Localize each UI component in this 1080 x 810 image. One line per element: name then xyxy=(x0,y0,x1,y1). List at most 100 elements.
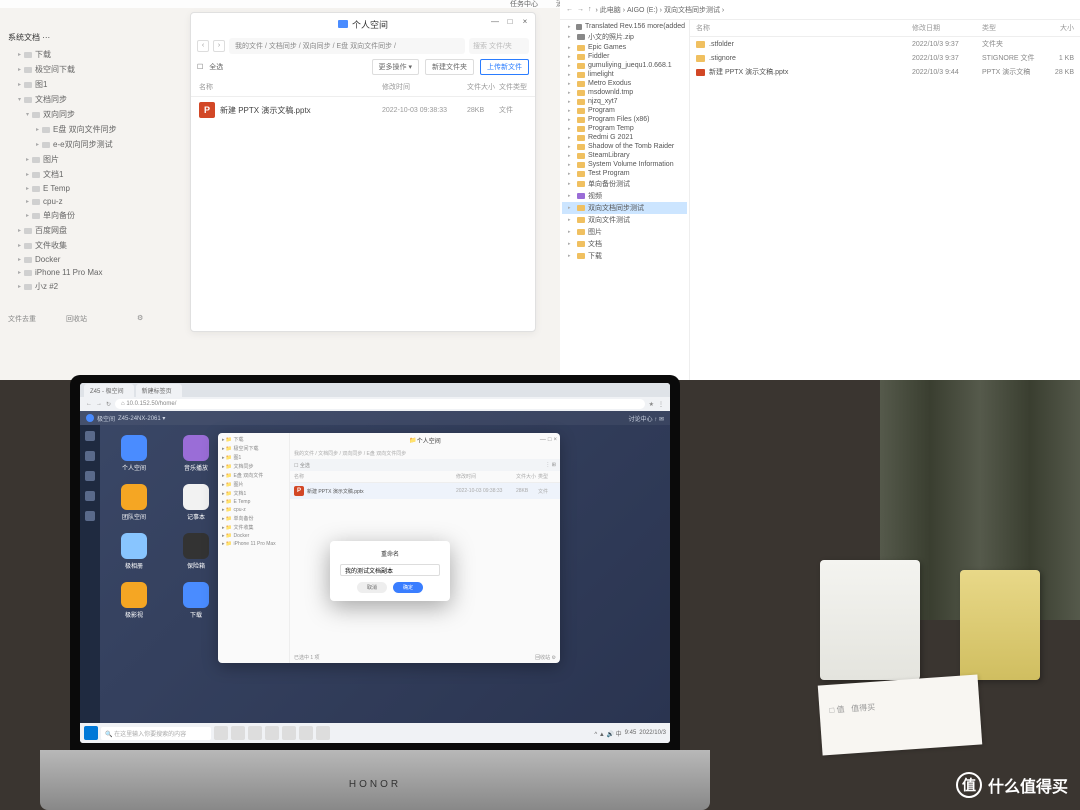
explorer-tree-item[interactable]: ▸Fiddler xyxy=(562,52,687,61)
explorer-tree-item[interactable]: ▸Shadow of the Tomb Raider xyxy=(562,142,687,151)
sub-tree-item[interactable]: ▸ 📁 cpu-z xyxy=(220,506,287,514)
sub-tree-item[interactable]: ▸ 📁 单向备份 xyxy=(220,514,287,523)
back-icon[interactable]: ← xyxy=(86,401,92,407)
up-button[interactable]: ↑ xyxy=(588,6,592,13)
browser-tab[interactable]: 新建标签页 xyxy=(136,384,182,397)
tree-item[interactable]: ▸E Temp xyxy=(8,182,182,195)
task-icon[interactable] xyxy=(214,726,228,740)
tree-item[interactable]: ▸下载 xyxy=(8,47,182,62)
address-path[interactable]: › 此电脑 › AIGO (E:) › 双向文档同步测试 › xyxy=(596,5,1075,15)
maximize-icon[interactable]: □ xyxy=(548,437,552,443)
sub-tree-item[interactable]: ▸ 📁 下载 xyxy=(220,435,287,444)
sub-tree-item[interactable]: ▸ 📁 E Temp xyxy=(220,498,287,506)
task-icon[interactable] xyxy=(265,726,279,740)
explorer-row[interactable]: .stignore2022/10/3 9:37STIGNORE 文件1 KB xyxy=(690,51,1080,65)
task-icon[interactable] xyxy=(248,726,262,740)
explorer-tree-item[interactable]: ▸Program Files (x86) xyxy=(562,115,687,124)
desktop-icon[interactable]: 音乐播放 xyxy=(172,435,220,472)
explorer-row[interactable]: 新建 PPTX 演示文稿.pptx2022/10/3 9:44PPTX 演示文稿… xyxy=(690,65,1080,79)
explorer-tree-item[interactable]: ▸单向备份测试 xyxy=(562,178,687,190)
sub-tree-item[interactable]: ▸ 📁 图1 xyxy=(220,453,287,462)
col-type[interactable]: 文件类型 xyxy=(499,82,527,92)
reload-icon[interactable]: ↻ xyxy=(106,401,111,408)
sub-tree-item[interactable]: ▸ 📁 文档1 xyxy=(220,489,287,498)
desktop-icon[interactable]: 保险箱 xyxy=(172,533,220,570)
sub-tree-item[interactable]: ▸ 📁 文档同步 xyxy=(220,462,287,471)
upload-button[interactable]: 上传新文件 xyxy=(480,59,529,75)
explorer-tree-item[interactable]: ▸msdownld.tmp xyxy=(562,88,687,97)
minimize-icon[interactable]: — xyxy=(489,16,501,28)
forward-button[interactable]: → xyxy=(577,6,584,13)
sub-tree-item[interactable]: ▸ 📁 极空间下载 xyxy=(220,444,287,453)
explorer-tree-item[interactable]: ▸Program xyxy=(562,106,687,115)
select-all-checkbox[interactable]: ☐ xyxy=(197,63,203,71)
explorer-tree-item[interactable]: ▸Epic Games xyxy=(562,43,687,52)
desktop-icon[interactable]: 团队空间 xyxy=(110,484,158,521)
dock-item[interactable] xyxy=(85,491,95,501)
file-row[interactable]: P新建 PPTX 演示文稿.pptx 2022-10-03 09:38:33 2… xyxy=(191,97,535,123)
task-icon[interactable] xyxy=(316,726,330,740)
minimize-icon[interactable]: — xyxy=(540,437,546,443)
more-actions-button[interactable]: 更多操作 ▾ xyxy=(372,59,419,75)
desktop-icon[interactable]: 下载 xyxy=(172,582,220,619)
tree-item[interactable]: ▸Docker xyxy=(8,253,182,266)
explorer-tree-item[interactable]: ▸下载 xyxy=(562,250,687,262)
col-size[interactable]: 大小 xyxy=(1042,23,1074,33)
tree-item[interactable]: ▸图1 xyxy=(8,77,182,92)
sub-breadcrumb[interactable]: 我的文件 / 文档同步 / 双向同步 / E盘 双向文件同步 xyxy=(290,447,560,459)
explorer-tree-item[interactable]: ▸Redmi G 2021 xyxy=(562,133,687,142)
task-center[interactable]: 任务中心 xyxy=(510,0,538,9)
recycle-btn[interactable]: 回收站 xyxy=(66,314,87,324)
task-icon[interactable] xyxy=(299,726,313,740)
tree-item[interactable]: ▸E盘 双向文件同步 xyxy=(8,122,182,137)
tree-item[interactable]: ▸cpu-z xyxy=(8,195,182,208)
forward-icon[interactable]: → xyxy=(96,401,102,407)
desktop-icon[interactable]: 极影视 xyxy=(110,582,158,619)
sub-tree-item[interactable]: ▸ 📁 E盘 双向文件 xyxy=(220,471,287,480)
back-button[interactable]: ‹ xyxy=(197,40,209,52)
back-button[interactable]: ← xyxy=(566,6,573,13)
tree-item[interactable]: ▸图片 xyxy=(8,152,182,167)
desktop-icon[interactable]: 个人空间 xyxy=(110,435,158,472)
tree-item[interactable]: ▸百度网盘 xyxy=(8,223,182,238)
tree-item[interactable]: ▸极空间下载 xyxy=(8,62,182,77)
explorer-tree-item[interactable]: ▸SteamLibrary xyxy=(562,151,687,160)
sub-tree-item[interactable]: ▸ 📁 文件收集 xyxy=(220,523,287,532)
explorer-tree-item[interactable]: ▸双向文档同步测试 xyxy=(562,202,687,214)
nas-logo[interactable]: 极空间Z45-24NX-2061 ▾ xyxy=(86,414,165,423)
explorer-tree-item[interactable]: ▸njzq_xyt7 xyxy=(562,97,687,106)
dock-item[interactable] xyxy=(85,431,95,441)
explorer-tree-item[interactable]: ▸Metro Exodus xyxy=(562,79,687,88)
col-date[interactable]: 修改时间 xyxy=(382,82,467,92)
browser-tab[interactable]: Z45 - 极空间 xyxy=(84,384,134,397)
explorer-tree-item[interactable]: ▸Translated Rev.156 more(added xyxy=(562,22,687,31)
tree-item[interactable]: ▸文件收集 xyxy=(8,238,182,253)
desktop-icon[interactable]: 极相册 xyxy=(110,533,158,570)
new-folder-button[interactable]: 新建文件夹 xyxy=(425,59,474,75)
explorer-tree-item[interactable]: ▸小文的照片.zip xyxy=(562,31,687,43)
explorer-row[interactable]: .stfolder2022/10/3 9:37文件夹 xyxy=(690,37,1080,51)
desktop-icon[interactable]: 记事本 xyxy=(172,484,220,521)
explorer-tree-item[interactable]: ▸limelight xyxy=(562,70,687,79)
search-input[interactable]: 搜索 文件/夹 xyxy=(469,38,529,54)
tree-item[interactable]: ▸小z #2 xyxy=(8,279,182,294)
explorer-tree-item[interactable]: ▸Test Program xyxy=(562,169,687,178)
col-size[interactable]: 文件大小 xyxy=(467,82,499,92)
explorer-tree-item[interactable]: ▸图片 xyxy=(562,226,687,238)
close-icon[interactable]: × xyxy=(553,437,557,443)
tree-item[interactable]: ▸iPhone 11 Pro Max xyxy=(8,266,182,279)
forward-button[interactable]: › xyxy=(213,40,225,52)
menu-icon[interactable]: ⋮ xyxy=(658,401,664,408)
close-icon[interactable]: × xyxy=(519,16,531,28)
url-input[interactable]: ⌂ 10.0.152.50/home/ xyxy=(115,399,645,409)
explorer-tree-item[interactable]: ▸gumuliying_juequ1.0.668.1 xyxy=(562,61,687,70)
tree-item[interactable]: ▸e-e双向同步测试 xyxy=(8,137,182,152)
extension-icon[interactable]: ★ xyxy=(649,401,654,408)
explorer-tree-item[interactable]: ▸视频 xyxy=(562,190,687,202)
col-name[interactable]: 名称 xyxy=(696,23,912,33)
gear-icon[interactable]: ⚙ xyxy=(137,314,143,324)
confirm-button[interactable]: 确定 xyxy=(393,582,423,593)
rename-input[interactable] xyxy=(340,564,440,576)
cancel-button[interactable]: 取消 xyxy=(357,582,387,593)
sub-file-row[interactable]: P新建 PPTX 演示文稿.pptx 2022-10-03 09:38:33 2… xyxy=(290,483,560,499)
